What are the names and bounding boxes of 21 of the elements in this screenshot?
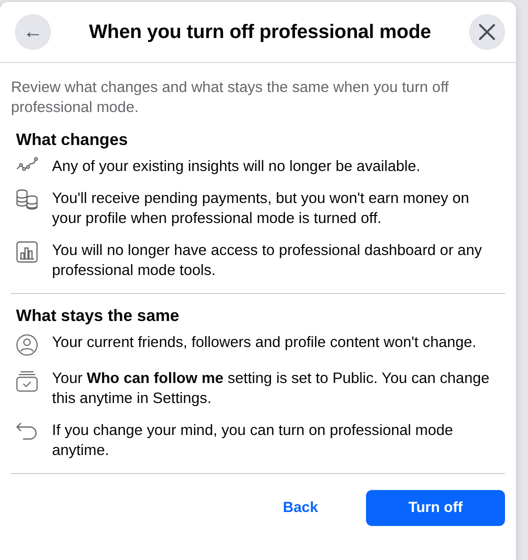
line-chart-icon bbox=[16, 157, 38, 173]
checked-box-icon bbox=[16, 369, 38, 393]
turn-off-button[interactable]: Turn off bbox=[366, 490, 505, 526]
intro-text: Review what changes and what stays the same when you turn off professional mode. bbox=[11, 78, 450, 118]
coins-icon bbox=[16, 189, 38, 211]
person-icon bbox=[16, 333, 38, 357]
back-button[interactable]: ← bbox=[15, 14, 51, 50]
info-text: If you change your mind, you can turn on professional mode anytime. bbox=[52, 421, 454, 461]
close-button[interactable] bbox=[469, 14, 505, 50]
bar-chart-icon bbox=[16, 241, 38, 263]
back-link-button[interactable]: Back bbox=[268, 490, 332, 526]
section-heading: What changes bbox=[16, 130, 129, 151]
section-heading: What stays the same bbox=[16, 306, 180, 327]
info-text: Your current friends, followers and profile content won't change. bbox=[52, 333, 476, 353]
info-text: Your Who can follow me setting is set to Public. You can change this anytime in Settings. bbox=[52, 369, 490, 409]
dialog-title: When you turn off professional mode bbox=[88, 20, 432, 44]
info-text: You'll receive pending payments, but you won't earn money on your profile when professional mode is turned off. bbox=[52, 189, 470, 229]
close-icon bbox=[478, 23, 496, 41]
info-text: Any of your existing insights will no longer be available. bbox=[52, 157, 420, 177]
info-text: You will no longer have access to professional dashboard or any professional mode tools. bbox=[52, 241, 483, 281]
undo-icon bbox=[16, 421, 38, 441]
